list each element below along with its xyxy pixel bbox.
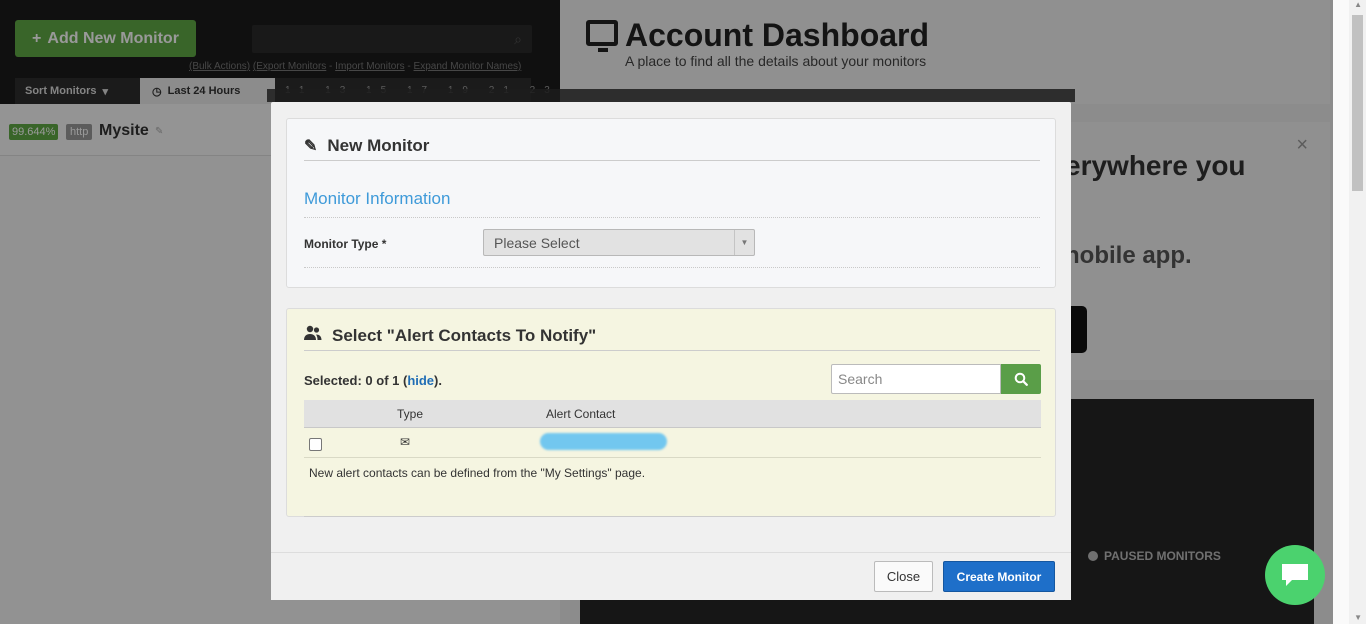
divider (304, 516, 1040, 517)
monitor-type-label: Monitor Type * (304, 237, 387, 251)
chevron-down-icon: ▼ (734, 230, 754, 255)
scroll-down-icon[interactable]: ▼ (1354, 613, 1362, 622)
divider (304, 217, 1040, 218)
chat-icon (1282, 564, 1308, 586)
selected-count: Selected: 0 of 1 (hide). (304, 373, 442, 388)
column-type: Type (397, 407, 424, 421)
users-icon (304, 325, 322, 346)
column-alert-contact: Alert Contact (546, 407, 616, 421)
alert-contacts-note: New alert contacts can be defined from t… (309, 466, 646, 480)
alert-contacts-table: Type Alert Contact ✉ (304, 400, 1041, 458)
table-header: Type Alert Contact (304, 400, 1041, 428)
search-icon (1014, 372, 1028, 386)
scrollbar-thumb[interactable] (1352, 15, 1363, 191)
section-heading: Monitor Information (304, 189, 451, 208)
monitor-info-card: ✎ New Monitor Monitor Information Monito… (286, 118, 1056, 288)
edit-icon: ✎ (304, 137, 318, 155)
dialog-title: ✎ New Monitor (304, 131, 1040, 161)
hide-link[interactable]: hide (407, 373, 434, 388)
alert-contact-search-input[interactable]: Search (831, 364, 1001, 394)
dialog-footer: Close Create Monitor (271, 552, 1071, 600)
monitor-type-select[interactable]: Please Select ▼ (483, 229, 755, 256)
alert-contacts-card: Select "Alert Contacts To Notify" Select… (286, 308, 1056, 517)
create-monitor-button[interactable]: Create Monitor (943, 561, 1055, 592)
divider (304, 267, 1040, 268)
modal-top-edge (267, 89, 1075, 102)
close-button[interactable]: Close (874, 561, 933, 592)
scroll-up-icon[interactable]: ▲ (1354, 0, 1362, 9)
chat-button[interactable] (1265, 545, 1325, 605)
redacted-contact (540, 433, 667, 450)
alert-contact-search-button[interactable] (1001, 364, 1041, 394)
email-icon: ✉ (400, 435, 411, 449)
alert-contacts-title: Select "Alert Contacts To Notify" (304, 321, 1040, 351)
new-monitor-dialog: ✎ New Monitor Monitor Information Monito… (271, 102, 1071, 600)
table-row: ✉ (304, 428, 1041, 458)
contact-checkbox[interactable] (309, 438, 322, 451)
page-scrollbar[interactable]: ▲ ▼ (1333, 0, 1366, 624)
